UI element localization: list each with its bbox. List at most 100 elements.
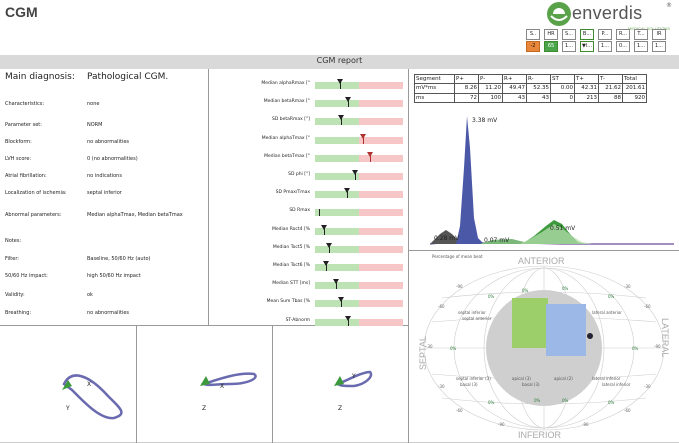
diagnosis-label: LVH score:: [5, 156, 32, 162]
column-header: T+: [574, 73, 599, 85]
axis-label: Z: [202, 405, 206, 412]
parameter-marker: [323, 261, 329, 266]
polar-scale: -90: [456, 284, 463, 289]
table-cell: 0.00: [550, 83, 575, 94]
diagnosis-label: Characteristics:: [5, 101, 45, 107]
peak-q-label: 0.07 mV: [484, 237, 510, 244]
abnormal-zone: [359, 209, 403, 216]
diagnosis-value: no abnormalities: [87, 310, 129, 316]
abnormal-zone: [359, 155, 403, 162]
parameter-marker: [338, 115, 344, 120]
normal-zone: [315, 319, 359, 326]
column-header: ST: [550, 73, 575, 85]
normal-zone: [315, 209, 359, 216]
normal-zone: [315, 246, 359, 253]
abnormal-zone: [359, 118, 403, 125]
parameter-bar: [315, 297, 403, 307]
vector-loop-xy: X Y: [62, 374, 123, 420]
parameter-bar: [315, 209, 403, 216]
diagnosis-value: ok: [87, 292, 93, 298]
column-header: R-: [526, 73, 551, 85]
normal-zone: [315, 100, 359, 107]
polar-map: septal inferior septal anterior lateral …: [423, 265, 665, 431]
table-cell: 213: [574, 92, 599, 103]
column-header: Segment: [414, 73, 455, 85]
polar-percent: 0%: [522, 288, 529, 293]
polar-percent: 0%: [534, 398, 541, 403]
parameter-marker: [360, 134, 366, 139]
table-cell: 72: [454, 92, 479, 103]
segment-table-header: Segment P+ P- R+ R- ST T+ T- Total: [414, 73, 647, 85]
abnormal-zone: [359, 282, 403, 289]
normal-zone: [315, 155, 359, 162]
parameter-marker: [344, 188, 350, 193]
parameter-label: Mean Sum Tbas [%: [266, 299, 310, 304]
parameter-marker: [321, 225, 327, 230]
table-cell: 42.31: [574, 83, 599, 94]
polar-percent: 0%: [608, 400, 615, 405]
parameter-marker: [367, 152, 373, 157]
axis-label: Y: [351, 373, 356, 380]
parameter-bar: [315, 134, 403, 144]
diagnosis-label: Validity:: [5, 292, 25, 298]
parameter-bar: [315, 115, 403, 125]
main-diagnosis-value: Pathological CGM.: [87, 72, 169, 82]
diagnosis-value: Median alphaTmax, Median betaTmax: [87, 212, 183, 218]
polar-scale: -60: [438, 304, 445, 309]
main-diagnosis-label: Main diagnosis:: [5, 72, 75, 82]
table-cell: 920: [622, 92, 647, 103]
polar-percent: 0%: [562, 398, 569, 403]
table-cell: 88: [598, 92, 623, 103]
normal-zone: [315, 118, 359, 125]
polar-percent: 0%: [632, 346, 639, 351]
polar-scale: -60: [456, 408, 463, 413]
diagnosis-value: no abnormalities: [87, 139, 129, 145]
table-cell: 21.62: [598, 83, 623, 94]
parameter-bar: [315, 170, 403, 180]
abnormal-zone: [359, 228, 403, 235]
parameter-label: Median Roct4 [%: [271, 227, 310, 232]
diagnosis-value: high 50/60 Hz impact: [87, 273, 141, 279]
column-header: R+: [502, 73, 527, 85]
polar-percent: 0%: [450, 346, 457, 351]
polar-percent: 0%: [488, 400, 495, 405]
mean-beat-waveform: 3.38 mV 0.51 mV 0.28 mV 0.07 mV: [429, 116, 674, 245]
parameter-label: Median alphaTmax [°: [261, 136, 310, 141]
parameter-label: Median Toct6 [%: [272, 263, 310, 268]
polar-region-label: lateral anterior: [592, 310, 622, 315]
abnormal-zone: [359, 319, 403, 326]
parameter-label: ST-Abnorm: [285, 318, 310, 323]
peak-t-label: 0.51 mV: [550, 225, 576, 232]
column-header: P+: [454, 73, 479, 85]
axis-label: Z: [338, 405, 342, 412]
polar-percent: 0%: [562, 286, 569, 291]
parameter-marker: [319, 209, 320, 216]
abnormal-zone: [359, 191, 403, 198]
parameter-label: SD betaRmax [°]: [271, 117, 310, 122]
peak-r-label: 3.38 mV: [472, 117, 498, 124]
polar-scale: -30: [624, 284, 631, 289]
parameter-bar: [315, 188, 403, 198]
abnormal-zone: [359, 173, 403, 180]
diagnosis-label: Localization of ischemia:: [5, 190, 67, 196]
abnormal-zone: [359, 300, 403, 307]
parameter-bar: [315, 79, 403, 89]
parameter-bar: [315, 152, 403, 162]
abnormal-zone: [359, 246, 403, 253]
axis-label: X: [87, 381, 91, 388]
segment-table: Segment P+ P- R+ R- ST T+ T- Total mV*ms 8.26 11.2…: [414, 73, 647, 103]
polar-scale: -60: [644, 304, 651, 309]
polar-scale: -90: [654, 344, 661, 349]
table-cell: 43: [502, 92, 527, 103]
parameter-label: Median STT [ms]: [272, 281, 310, 286]
polar-percent: 0%: [608, 294, 615, 299]
diagnosis-value: NORM: [87, 122, 103, 128]
polar-region-label: apical (2): [554, 376, 573, 381]
table-cell: 0: [550, 92, 575, 103]
diagnosis-label: Parameter set:: [5, 122, 42, 128]
diagnosis-label: 50/60 Hz impact:: [5, 273, 48, 279]
table-row: mV*ms 8.26 11.20 49.47 52.35 0.00 42.31 21.62 20…: [414, 83, 647, 94]
diagnosis-value: 0 (no abnormalities): [87, 156, 138, 162]
polar-percent: 0%: [488, 294, 495, 299]
normal-zone: [315, 191, 359, 198]
